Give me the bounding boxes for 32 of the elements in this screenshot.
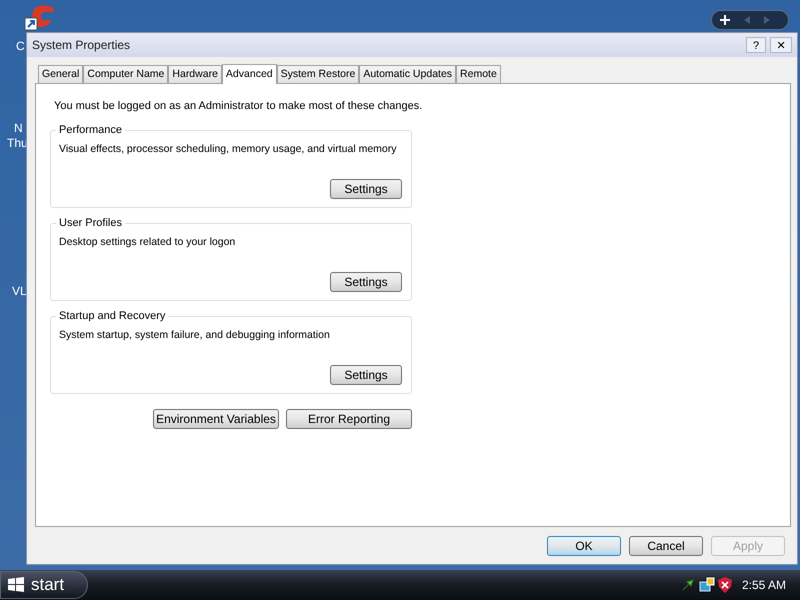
- add-icon[interactable]: [720, 15, 730, 25]
- desktop-icon-label: C: [16, 38, 25, 55]
- tab[interactable]: Hardware: [168, 65, 222, 83]
- clock[interactable]: 2:55 AM: [742, 576, 786, 594]
- dialog-button[interactable]: Cancel: [629, 536, 703, 556]
- admin-notice: You must be logged on as an Administrator to make most of these changes.: [54, 99, 424, 114]
- settings-button[interactable]: Settings: [330, 364, 402, 384]
- network-computers-icon[interactable]: [698, 577, 715, 593]
- group-description: System startup, system failure, and debugging information: [59, 328, 330, 342]
- tab[interactable]: General: [38, 65, 84, 83]
- windows-logo-icon: [7, 577, 25, 593]
- window-title: System Properties: [32, 37, 132, 54]
- error-reporting-button[interactable]: Error Reporting: [286, 408, 412, 428]
- settings-button[interactable]: Settings: [330, 272, 402, 292]
- close-button[interactable]: ✕: [770, 37, 792, 53]
- start-button[interactable]: start: [0, 571, 88, 599]
- tab[interactable]: System Restore: [276, 65, 360, 83]
- dialog-button[interactable]: OK: [547, 536, 621, 556]
- tab[interactable]: Remote: [456, 65, 501, 83]
- tab[interactable]: Advanced: [222, 64, 277, 84]
- security-shield-icon[interactable]: [718, 577, 732, 593]
- environment-variables-button[interactable]: Environment Variables: [153, 408, 279, 428]
- network-arrow-icon[interactable]: [680, 578, 695, 592]
- settings-button[interactable]: Settings: [330, 178, 402, 198]
- desktop-icon-label: N: [14, 120, 23, 137]
- shortcut-icon[interactable]: [25, 4, 57, 32]
- desktop-icon-label: VL: [12, 283, 27, 300]
- tab[interactable]: Automatic Updates: [359, 65, 456, 83]
- group-description: Desktop settings related to your logon: [59, 234, 236, 250]
- tab[interactable]: Computer Name: [83, 65, 168, 83]
- group-description: Visual effects, processor scheduling, memory usage, and virtual memory: [59, 142, 397, 156]
- help-button[interactable]: ?: [746, 37, 766, 53]
